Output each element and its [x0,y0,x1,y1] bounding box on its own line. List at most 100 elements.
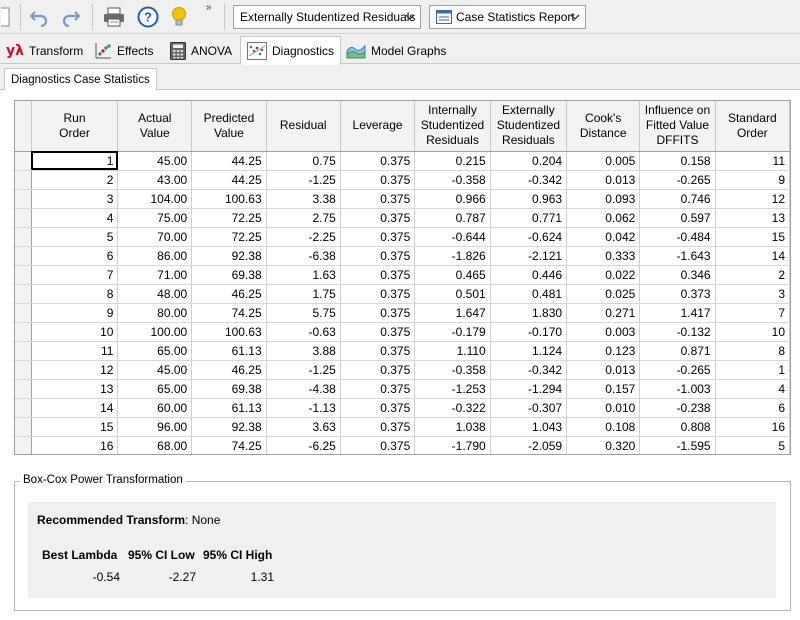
undo-icon[interactable] [26,4,52,30]
table-cell[interactable]: -0.179 [414,322,491,342]
table-cell[interactable]: 1.110 [414,341,491,361]
table-cell[interactable]: 0.042 [566,227,641,247]
table-cell[interactable]: 80.00 [117,303,193,323]
report-select[interactable]: Case Statistics Report [429,5,586,29]
table-cell[interactable]: 1.043 [490,417,568,437]
table-cell[interactable]: 4 [31,208,119,228]
table-cell[interactable]: 0.333 [566,246,641,266]
table-cell[interactable]: 65.00 [117,341,193,361]
help-icon[interactable]: ? [134,4,162,30]
table-cell[interactable]: 3.38 [266,189,341,209]
tip-bulb-icon[interactable] [166,4,192,30]
table-cell[interactable]: 13 [715,208,790,228]
table-cell[interactable]: -2.059 [490,436,568,454]
row-header[interactable] [15,189,32,209]
table-cell[interactable]: 0.446 [490,265,568,285]
table-row[interactable]: 2 43.00 44.25 -1.25 0.375 -0.358 -0.342 0.013 -0… [15,170,790,190]
table-cell[interactable]: -0.132 [639,322,716,342]
table-cell[interactable]: 0.375 [340,208,416,228]
table-cell[interactable]: 96.00 [117,417,193,437]
table-cell[interactable]: 0.871 [639,341,716,361]
table-cell[interactable]: 8 [715,341,790,361]
table-cell[interactable]: 1.038 [414,417,491,437]
table-row[interactable]: 14 60.00 61.13 -1.13 0.375 -0.322 -0.307 0.010-… [15,398,790,418]
table-cell[interactable]: 0.808 [639,417,716,437]
table-cell[interactable]: -2.121 [490,246,568,266]
row-header[interactable] [15,379,32,399]
table-cell[interactable]: -0.265 [639,360,716,380]
table-cell[interactable]: 0.320 [566,436,641,454]
table-cell[interactable]: 65.00 [117,379,193,399]
table-cell[interactable]: 1.830 [490,303,568,323]
table-cell[interactable]: 0.003 [566,322,641,342]
table-cell[interactable]: 0.375 [340,379,416,399]
table-cell[interactable]: 2.75 [266,208,341,228]
table-cell[interactable]: -1.790 [414,436,491,454]
column-header[interactable]: Standard Order [715,101,790,152]
table-cell[interactable]: 0.375 [340,398,416,418]
table-cell[interactable]: 86.00 [117,246,193,266]
table-cell[interactable]: 15 [715,227,790,247]
table-cell[interactable]: 0.746 [639,189,716,209]
table-cell[interactable]: 3.63 [266,417,341,437]
table-cell[interactable]: -0.358 [414,170,491,190]
table-cell[interactable]: 2 [31,170,119,190]
redo-icon[interactable] [58,4,84,30]
row-header[interactable] [15,436,32,454]
table-cell[interactable]: 0.373 [639,284,716,304]
table-cell[interactable]: 0.375 [340,303,416,323]
table-row[interactable]: 1 45.00 44.25 0.75 0.375 0.215 0.204 0.005 0.158… [15,151,790,171]
table-cell[interactable]: 100.63 [191,189,267,209]
table-cell[interactable]: -0.644 [414,227,491,247]
table-cell[interactable]: -1.294 [490,379,568,399]
column-header[interactable]: Actual Value [117,101,193,152]
table-cell[interactable]: 46.25 [191,284,267,304]
table-cell[interactable]: -1.826 [414,246,491,266]
table-cell[interactable]: 0.093 [566,189,641,209]
table-cell[interactable]: 0.108 [566,417,641,437]
table-cell[interactable]: 2 [715,265,790,285]
table-cell[interactable]: 5 [31,227,119,247]
column-header[interactable]: Externally Studentized Residuals [490,101,568,152]
toolbar-overflow-icon[interactable]: » [206,2,211,13]
table-cell[interactable]: 0.013 [566,170,641,190]
table-cell[interactable]: 0.375 [340,151,416,171]
table-cell[interactable]: -0.484 [639,227,716,247]
table-cell[interactable]: 0.375 [340,246,416,266]
table-cell[interactable]: 3.88 [266,341,341,361]
case-statistics-grid[interactable]: Run Order Actual Value Predicted Value Residua… [14,100,791,455]
tab-anova[interactable]: ANOVA [164,37,238,64]
tab-model-graphs[interactable]: Model Graphs [340,37,452,64]
table-cell[interactable]: -1.003 [639,379,716,399]
table-cell[interactable]: 0.346 [639,265,716,285]
table-cell[interactable]: 69.38 [191,265,267,285]
table-cell[interactable]: 0.787 [414,208,491,228]
table-cell[interactable]: 0.013 [566,360,641,380]
table-cell[interactable]: 0.010 [566,398,641,418]
table-cell[interactable]: 0.966 [414,189,491,209]
table-cell[interactable]: 16 [31,436,119,454]
table-cell[interactable]: 72.25 [191,227,267,247]
table-cell[interactable]: -0.238 [639,398,716,418]
table-cell[interactable]: 45.00 [117,360,193,380]
column-header[interactable]: Influence on Fitted Value DFFITS [639,101,716,152]
table-cell[interactable]: 3 [715,284,790,304]
table-row[interactable]: 8 48.00 46.25 1.75 0.375 0.501 0.481 0.025 0.373… [15,284,790,304]
row-header[interactable] [15,227,32,247]
column-header[interactable]: Predicted Value [191,101,267,152]
row-header[interactable] [15,341,32,361]
table-cell[interactable]: 68.00 [117,436,193,454]
table-cell[interactable]: 7 [715,303,790,323]
table-row[interactable]: 9 80.00 74.25 5.75 0.375 1.647 1.830 0.271 1.417… [15,303,790,323]
table-cell[interactable]: 10 [31,322,119,342]
column-header[interactable]: Internally Studentized Residuals [414,101,491,152]
table-cell[interactable]: 4 [715,379,790,399]
table-cell[interactable]: 92.38 [191,246,267,266]
table-cell[interactable]: 1 [31,151,119,171]
table-row[interactable]: 3 104.00 100.63 3.38 0.375 0.966 0.963 0.093 0.7… [15,189,790,209]
table-cell[interactable]: 100.00 [117,322,193,342]
table-cell[interactable]: -4.38 [266,379,341,399]
table-cell[interactable]: 1 [715,360,790,380]
row-header[interactable] [15,417,32,437]
table-cell[interactable]: 0.158 [639,151,716,171]
